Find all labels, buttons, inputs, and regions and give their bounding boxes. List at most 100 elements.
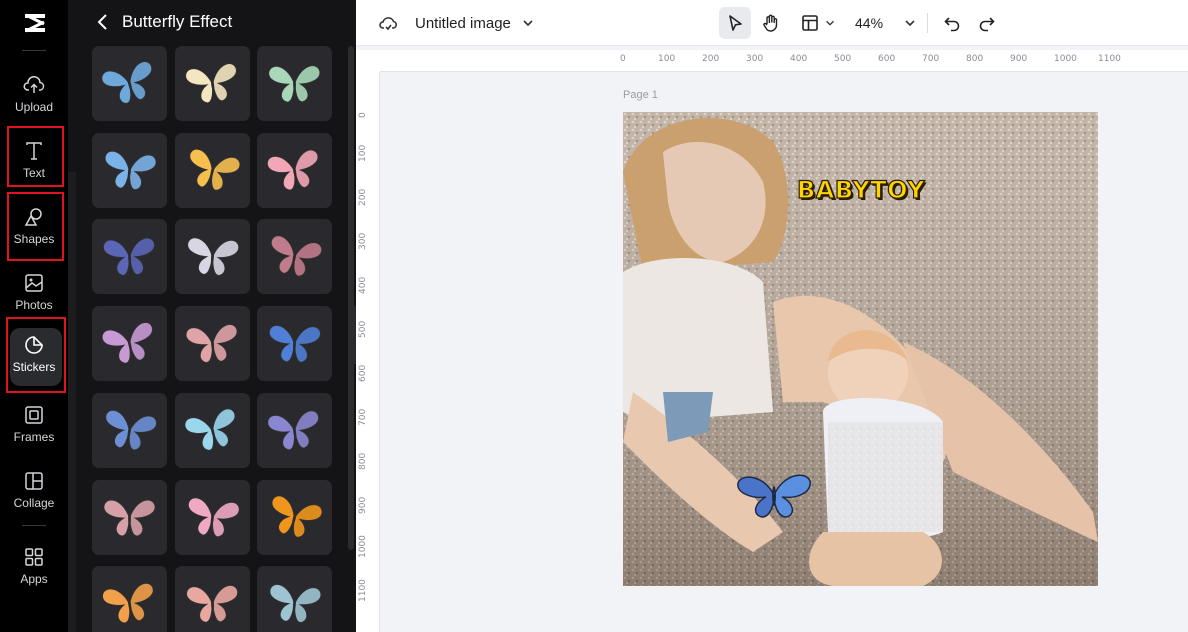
- top-toolbar: Untitled image 44%: [356, 0, 1188, 46]
- sticker-tile[interactable]: [92, 46, 167, 121]
- horizontal-ruler: 0 100 200 300 400 500 600 700 800 900 1000 1100: [380, 50, 1188, 72]
- ruler-tick-label: 600: [358, 364, 368, 382]
- butterfly-icon: [266, 149, 319, 191]
- rail-item-label: Photos: [15, 298, 53, 312]
- butterfly-icon: [102, 583, 154, 624]
- butterfly-icon: [269, 325, 321, 363]
- sticker-tile[interactable]: [257, 219, 332, 295]
- rail-item-shapes[interactable]: Shapes: [4, 194, 64, 258]
- sticker-tile[interactable]: [257, 479, 332, 555]
- butterfly-icon: [184, 408, 235, 451]
- sticker-tile[interactable]: [92, 392, 167, 468]
- butterfly-icon: [267, 410, 319, 450]
- ruler-tick-label: 500: [358, 320, 368, 338]
- shapes-icon: [24, 208, 42, 226]
- document-title-dropdown[interactable]: Untitled image: [415, 0, 535, 46]
- cloud-sync-button[interactable]: [378, 0, 398, 46]
- ruler-tick-label: 200: [702, 54, 720, 64]
- ruler-tick-label: 300: [358, 232, 368, 250]
- rail-item-label: Stickers: [12, 360, 56, 374]
- panel-header: Butterfly Effect: [92, 0, 232, 44]
- collage-icon: [25, 472, 43, 490]
- sticker-tile[interactable]: [92, 479, 167, 555]
- sticker-tile[interactable]: [257, 132, 332, 208]
- rail-item-collage[interactable]: Collage: [4, 458, 64, 522]
- rail-item-text[interactable]: Text: [4, 128, 64, 192]
- cursor-icon: [729, 15, 742, 31]
- canvas-text-element[interactable]: BABYTOY: [796, 175, 925, 204]
- ruler-tick-label: 400: [790, 54, 808, 64]
- butterfly-icon: [185, 324, 237, 364]
- sticker-tile[interactable]: [257, 392, 332, 468]
- panel-scrollbar[interactable]: [348, 46, 354, 550]
- upload-cloud-icon: [23, 76, 45, 93]
- sticker-grid: [92, 46, 332, 632]
- ruler-tick-label: 0: [358, 112, 368, 118]
- canvas-butterfly-sticker[interactable]: [736, 469, 812, 521]
- sticker-tile[interactable]: [174, 46, 250, 121]
- sticker-tile[interactable]: [174, 306, 250, 382]
- text-icon: [26, 142, 42, 160]
- panel-edge: [68, 172, 76, 632]
- rail-item-label: Shapes: [13, 232, 55, 246]
- document-title: Untitled image: [415, 14, 511, 32]
- chevron-down-icon: [523, 20, 533, 27]
- sticker-tile[interactable]: [174, 479, 250, 555]
- back-arrow-icon[interactable]: [92, 11, 114, 33]
- hand-tool-button[interactable]: [761, 0, 781, 46]
- ruler-tick-label: 900: [1010, 54, 1028, 64]
- select-tool-button[interactable]: [719, 7, 751, 39]
- butterfly-icon: [185, 585, 238, 623]
- ruler-tick-label: 700: [358, 408, 368, 426]
- sticker-tile[interactable]: [174, 392, 250, 468]
- rail-item-upload[interactable]: Upload: [4, 62, 64, 126]
- ruler-tick-label: 700: [922, 54, 940, 64]
- ruler-tick-label: 1100: [1098, 54, 1121, 64]
- rail-item-label: Upload: [14, 100, 54, 114]
- ruler-tick-label: 900: [358, 496, 368, 514]
- zoom-dropdown[interactable]: 44%: [855, 0, 917, 46]
- ruler-tick-label: 300: [746, 54, 764, 64]
- ruler-tick-label: 800: [966, 54, 984, 64]
- sticker-tile[interactable]: [174, 132, 250, 208]
- butterfly-icon: [103, 238, 155, 277]
- sticker-tile[interactable]: [257, 46, 332, 121]
- sticker-tile[interactable]: [174, 566, 250, 632]
- sticker-tile[interactable]: [92, 219, 167, 295]
- rail-item-label: Collage: [13, 496, 55, 510]
- rail-item-stickers[interactable]: Stickers: [4, 322, 64, 386]
- rail-item-photos[interactable]: Photos: [4, 260, 64, 324]
- sticker-panel: Butterfly Effect: [68, 0, 356, 632]
- butterfly-icon: [188, 148, 240, 191]
- capcut-logo-icon: [25, 13, 45, 33]
- butterfly-icon: [104, 150, 157, 190]
- ruler-tick-label: 200: [358, 188, 368, 206]
- butterfly-icon: [269, 584, 322, 624]
- zoom-level: 44%: [855, 15, 884, 31]
- layout-dropdown-button[interactable]: [800, 0, 836, 46]
- stickers-icon: [25, 336, 43, 354]
- sticker-tile[interactable]: [257, 566, 332, 632]
- rail-item-apps[interactable]: Apps: [4, 534, 64, 598]
- butterfly-icon: [103, 499, 156, 536]
- sticker-tile[interactable]: [92, 132, 167, 208]
- sticker-tile[interactable]: [92, 566, 167, 632]
- redo-icon: [979, 17, 995, 32]
- photos-icon: [25, 274, 43, 292]
- rail-item-label: Text: [22, 166, 45, 180]
- ruler-tick-label: 1000: [1054, 54, 1077, 64]
- sticker-tile[interactable]: [257, 306, 332, 382]
- butterfly-icon: [101, 61, 153, 104]
- ruler-tick-label: 600: [878, 54, 896, 64]
- rail-item-frames[interactable]: Frames: [4, 392, 64, 456]
- left-rail: Upload Text Shapes Photos Stickers Frame…: [0, 0, 68, 632]
- panel-title: Butterfly Effect: [122, 12, 233, 31]
- redo-button[interactable]: [977, 0, 997, 46]
- butterfly-icon: [186, 237, 239, 277]
- butterfly-icon: [187, 497, 240, 537]
- undo-button[interactable]: [942, 0, 962, 46]
- sticker-tile[interactable]: [174, 219, 250, 295]
- butterfly-icon: [268, 65, 321, 103]
- rail-item-label: Apps: [20, 572, 48, 586]
- sticker-tile[interactable]: [92, 306, 167, 382]
